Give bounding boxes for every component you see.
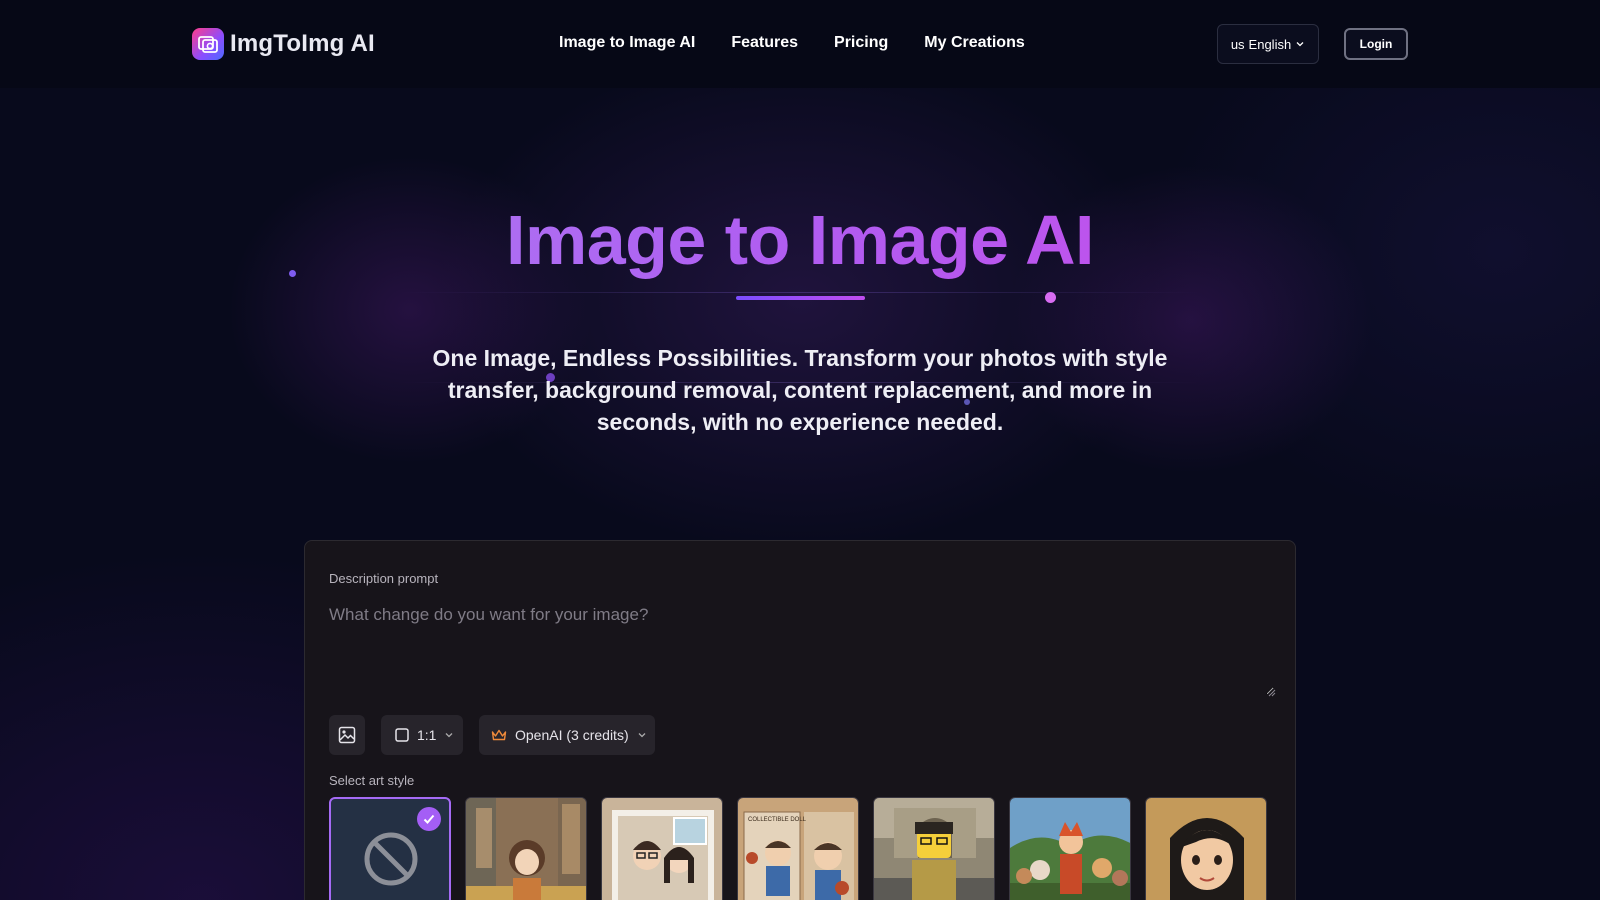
model-value: OpenAI (3 credits)	[515, 727, 629, 743]
art-style-label: Select art style	[329, 773, 415, 788]
aspect-ratio-value: 1:1	[417, 727, 437, 743]
style-option-couple-photo-frame[interactable]	[601, 797, 723, 900]
style-option-cartoon-characters[interactable]	[1009, 797, 1131, 900]
nav-item-image-to-image[interactable]: Image to Image AI	[559, 34, 695, 52]
style-option-lego-figure[interactable]	[873, 797, 995, 900]
nav-item-my-creations[interactable]: My Creations	[924, 34, 1024, 52]
square-icon	[395, 728, 409, 742]
upload-image-button[interactable]	[329, 715, 365, 755]
title-underline	[736, 296, 865, 300]
chevron-down-icon	[446, 733, 453, 738]
style-option-none[interactable]	[329, 797, 451, 900]
nav-item-features[interactable]: Features	[731, 34, 798, 52]
aspect-ratio-select[interactable]: 1:1	[381, 715, 463, 755]
resize-handle-icon[interactable]	[1268, 689, 1276, 697]
image-swap-icon	[192, 28, 224, 60]
language-label: English	[1248, 36, 1292, 52]
editor-panel: Description prompt 1:1 OpenAI (3 credits…	[304, 540, 1296, 900]
main-nav: Image to Image AI Features Pricing My Cr…	[559, 34, 1025, 52]
model-select[interactable]: OpenAI (3 credits)	[479, 715, 655, 755]
nav-item-pricing[interactable]: Pricing	[834, 34, 888, 52]
prompt-input[interactable]	[329, 605, 1274, 695]
divider	[400, 292, 1200, 293]
style-option-cartoon-portrait[interactable]	[1145, 797, 1267, 900]
chevron-down-icon	[638, 733, 646, 738]
art-style-list: COLLECTIBLE DOLL	[329, 797, 1267, 900]
style-option-collectible-doll[interactable]: COLLECTIBLE DOLL	[737, 797, 859, 900]
language-flag: us	[1230, 36, 1245, 52]
doll-box-text: COLLECTIBLE DOLL	[748, 817, 807, 823]
style-option-anime-city-girl[interactable]	[465, 797, 587, 900]
language-select[interactable]: us English	[1217, 24, 1319, 64]
crown-icon	[491, 729, 507, 741]
top-header: ImgToImg AI Image to Image AI Features P…	[0, 0, 1600, 88]
login-button[interactable]: Login	[1344, 28, 1408, 60]
prompt-label: Description prompt	[329, 571, 439, 586]
chevron-down-icon	[1296, 42, 1304, 47]
image-icon	[338, 726, 356, 744]
hero-subtitle: One Image, Endless Possibilities. Transf…	[432, 345, 1168, 435]
brand-logo[interactable]: ImgToImg AI	[192, 28, 375, 60]
checkmark-icon	[417, 807, 441, 831]
brand-name: ImgToImg AI	[230, 30, 375, 57]
decor-dot	[1045, 292, 1056, 303]
page-title: Image to Image AI	[0, 198, 1600, 282]
